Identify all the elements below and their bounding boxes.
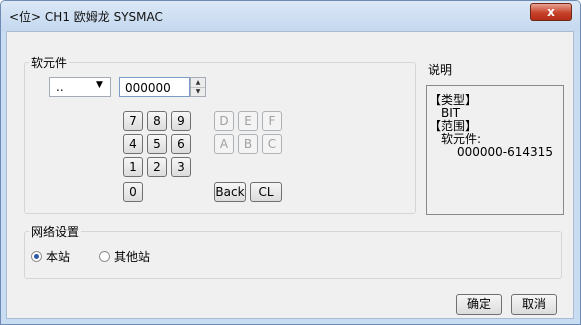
- radio-selected-dot: [34, 254, 39, 259]
- range-value: 000000-614315: [457, 145, 553, 159]
- key-1[interactable]: 1: [123, 157, 143, 177]
- key-8[interactable]: 8: [147, 111, 167, 131]
- device-group-legend: 软元件: [29, 54, 70, 71]
- cancel-button[interactable]: 取消: [511, 294, 557, 315]
- title-bar[interactable]: <位> CH1 欧姆龙 SYSMAC x: [1, 1, 580, 31]
- chevron-down-icon: ▼: [96, 80, 103, 90]
- back-button[interactable]: Back: [214, 182, 246, 202]
- other-station-radio[interactable]: [99, 251, 110, 262]
- network-group-legend: 网络设置: [29, 223, 82, 240]
- key-9[interactable]: 9: [171, 111, 191, 131]
- address-spinner[interactable]: ▲ ▼: [190, 77, 206, 97]
- other-station-label[interactable]: 其他站: [114, 248, 150, 265]
- key-6[interactable]: 6: [171, 134, 191, 154]
- key-c[interactable]: C: [262, 134, 282, 154]
- local-station-label[interactable]: 本站: [46, 248, 70, 265]
- window-title: <位> CH1 欧姆龙 SYSMAC: [9, 10, 163, 24]
- key-b[interactable]: B: [238, 134, 258, 154]
- key-3[interactable]: 3: [171, 157, 191, 177]
- local-station-radio[interactable]: [31, 251, 42, 262]
- key-5[interactable]: 5: [147, 134, 167, 154]
- close-button[interactable]: x: [530, 3, 572, 21]
- key-4[interactable]: 4: [123, 134, 143, 154]
- description-box: 【类型】 BIT 【范围】 软元件: 000000-614315: [426, 85, 564, 215]
- key-0[interactable]: 0: [123, 182, 143, 202]
- ok-button[interactable]: 确定: [456, 294, 502, 315]
- close-icon: x: [547, 5, 555, 19]
- dialog-window: <位> CH1 欧姆龙 SYSMAC x 软元件 .. ▼ ▲ ▼ 7 8 9 …: [0, 0, 581, 325]
- description-title: 说明: [428, 63, 453, 77]
- clear-button[interactable]: CL: [250, 182, 282, 202]
- key-f[interactable]: F: [262, 111, 282, 131]
- key-d[interactable]: D: [214, 111, 234, 131]
- dialog-client-area: 软元件 .. ▼ ▲ ▼ 7 8 9 4 5 6 1 2 3 0 D E F A…: [6, 31, 574, 319]
- address-input[interactable]: [119, 77, 190, 97]
- spin-down-icon[interactable]: ▼: [191, 87, 205, 96]
- device-type-dropdown[interactable]: .. ▼: [49, 77, 111, 97]
- key-2[interactable]: 2: [147, 157, 167, 177]
- device-type-value: ..: [56, 80, 64, 94]
- key-a[interactable]: A: [214, 134, 234, 154]
- key-7[interactable]: 7: [123, 111, 143, 131]
- key-e[interactable]: E: [238, 111, 258, 131]
